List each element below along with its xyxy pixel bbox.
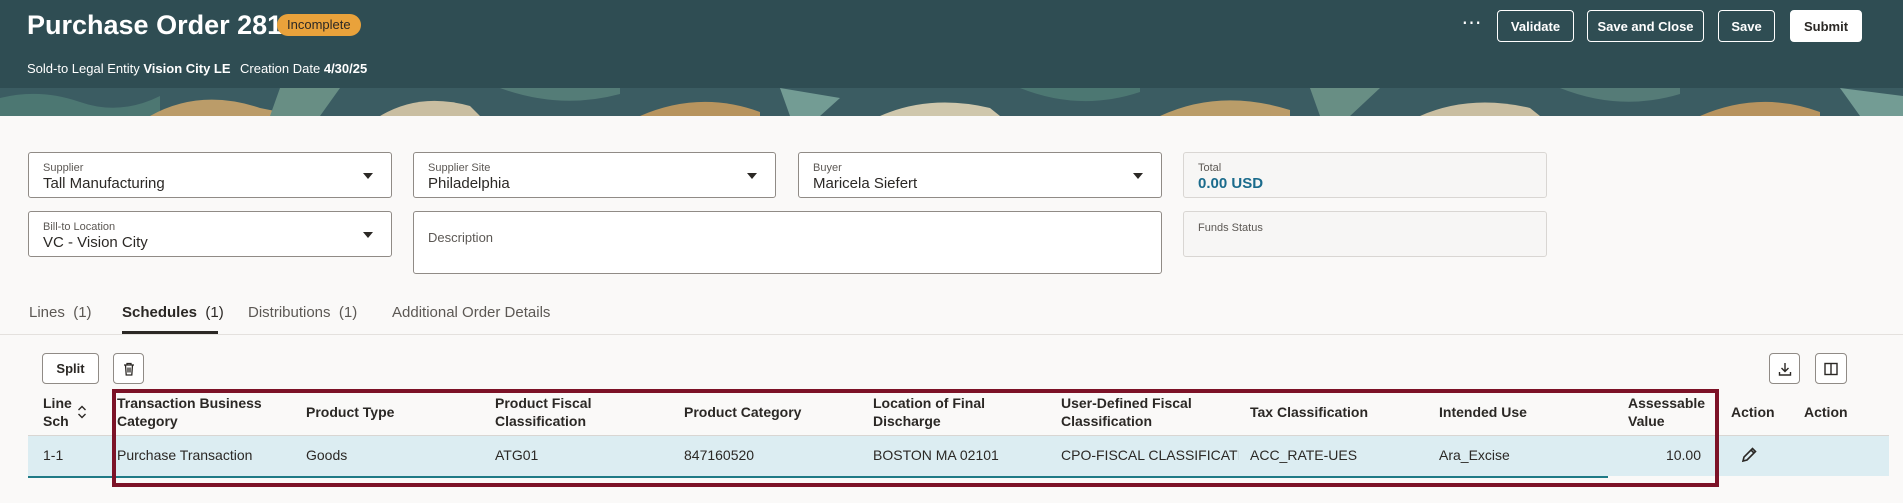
bill-to-location-value: VC - Vision City [43, 234, 148, 251]
supplier-value: Tall Manufacturing [43, 175, 165, 192]
tab-lines-count: (1) [73, 304, 92, 321]
tab-schedules[interactable]: Schedules (1) [122, 304, 224, 321]
total-label: Total [1198, 162, 1222, 174]
sort-icon[interactable] [77, 404, 87, 420]
export-button[interactable] [1769, 353, 1800, 384]
trash-icon [121, 361, 137, 377]
header-line2: Sch [43, 413, 69, 429]
status-badge: Incomplete [277, 14, 361, 36]
column-header-action-2[interactable]: Action [1804, 403, 1848, 421]
total-field: Total 0.00 USD [1183, 152, 1547, 198]
column-layout-icon [1823, 361, 1839, 377]
tab-schedules-count: (1) [205, 304, 224, 321]
chevron-down-icon[interactable] [747, 173, 757, 179]
header-line1: Line [43, 395, 72, 411]
creation-date-label: Creation Date [240, 61, 321, 76]
description-field[interactable]: Description [413, 211, 1162, 274]
bill-to-location-label: Bill-to Location [43, 221, 116, 233]
supplier-field[interactable]: Supplier Tall Manufacturing [28, 152, 392, 198]
supplier-site-field[interactable]: Supplier Site Philadelphia [413, 152, 776, 198]
tab-additional-order-details-label: Additional Order Details [392, 304, 551, 321]
tab-schedules-label: Schedules [122, 304, 198, 321]
chevron-down-icon[interactable] [363, 173, 373, 179]
chevron-down-icon[interactable] [1133, 173, 1143, 179]
description-label: Description [428, 230, 494, 245]
sold-to-label: Sold-to Legal Entity [27, 61, 140, 76]
supplier-label: Supplier [43, 162, 84, 174]
tab-distributions-label: Distributions [248, 304, 331, 321]
cell-line-sch: 1-1 [43, 447, 64, 463]
funds-status-label: Funds Status [1198, 222, 1263, 234]
buyer-field[interactable]: Buyer Maricela Siefert [798, 152, 1162, 198]
supplier-site-value: Philadelphia [428, 175, 510, 192]
sold-to-legal-entity: Sold-to Legal Entity Vision City LE [27, 61, 231, 76]
supplier-site-label: Supplier Site [428, 162, 491, 174]
save-and-close-button[interactable]: Save and Close [1587, 10, 1704, 42]
highlight-box [112, 389, 1719, 487]
creation-date-value: 4/30/25 [323, 61, 368, 76]
bill-to-location-field[interactable]: Bill-to Location VC - Vision City [28, 211, 392, 257]
decorative-banner [0, 88, 1903, 116]
page-header: Purchase Order 281 Incomplete Sold-to Le… [0, 0, 1903, 88]
save-button[interactable]: Save [1718, 10, 1775, 42]
download-icon [1777, 361, 1793, 377]
column-header-action[interactable]: Action [1731, 403, 1775, 421]
split-button[interactable]: Split [42, 353, 99, 384]
tab-distributions[interactable]: Distributions (1) [248, 304, 357, 321]
column-header-line-sch[interactable]: Line Sch [43, 394, 75, 430]
tab-divider [0, 334, 1903, 335]
columns-button[interactable] [1815, 353, 1847, 384]
creation-date: Creation Date 4/30/25 [240, 61, 367, 76]
validate-button[interactable]: Validate [1497, 10, 1574, 42]
page-title: Purchase Order 281 [27, 10, 283, 40]
sold-to-value: Vision City LE [143, 61, 231, 76]
buyer-value: Maricela Siefert [813, 175, 918, 192]
delete-button[interactable] [113, 353, 144, 384]
tab-lines-label: Lines [29, 304, 65, 321]
submit-button[interactable]: Submit [1790, 10, 1862, 42]
more-horizontal-icon[interactable]: ⋯ [1460, 13, 1484, 38]
funds-status-field: Funds Status [1183, 211, 1547, 257]
buyer-label: Buyer [813, 162, 842, 174]
pencil-icon[interactable] [1740, 446, 1758, 467]
total-value[interactable]: 0.00 USD [1198, 175, 1263, 192]
tab-lines[interactable]: Lines (1) [29, 304, 92, 321]
tab-distributions-count: (1) [338, 304, 358, 321]
tab-additional-order-details[interactable]: Additional Order Details [392, 304, 550, 321]
chevron-down-icon[interactable] [363, 232, 373, 238]
